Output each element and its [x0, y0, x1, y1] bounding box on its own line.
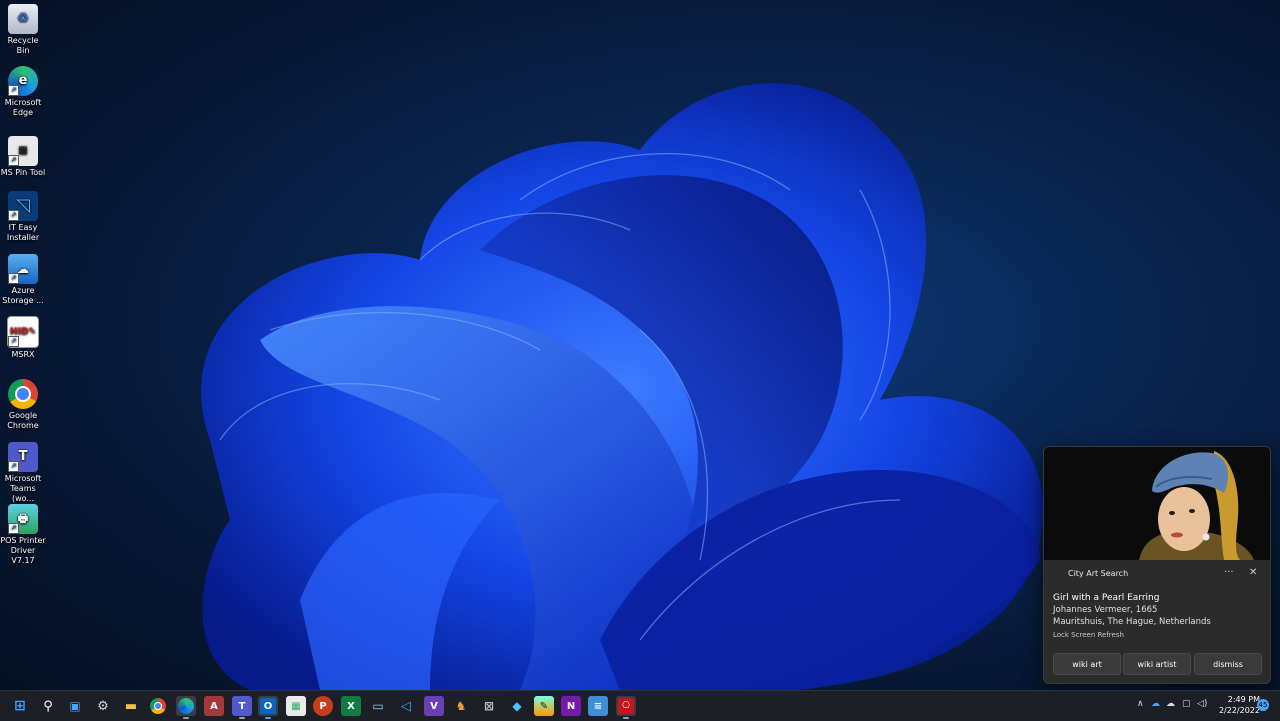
- chrome-icon: [8, 379, 38, 409]
- taskbar: ⊞ ⚲ ▣ ⚙ ▬ A T O ▦ P X ▭ ◁ V ♞ ⊠ ◆ ✎ N ≡ …: [0, 690, 1280, 721]
- msrx-icon: HID✎ ↗: [7, 316, 39, 348]
- visual-studio-code-icon[interactable]: ◁: [396, 696, 416, 716]
- wiki-artist-button[interactable]: wiki artist: [1123, 653, 1191, 675]
- chrome-icon[interactable]: [148, 696, 168, 716]
- volume-icon[interactable]: ◁): [1197, 699, 1207, 709]
- access-icon[interactable]: A: [204, 696, 224, 716]
- acrobat-icon[interactable]: ⎔: [616, 696, 636, 716]
- desktop-icon-it-easy-installer[interactable]: ◹ ↗ IT Easy Installer: [0, 191, 46, 243]
- installer-icon: ◹ ↗: [8, 191, 38, 221]
- desktop-icon-microsoft-edge[interactable]: e ↗ Microsoft Edge: [0, 66, 46, 118]
- settings-icon[interactable]: ⚙: [93, 696, 113, 716]
- file-explorer-icon[interactable]: ▬: [121, 696, 141, 716]
- close-icon[interactable]: ✕: [1249, 567, 1257, 578]
- store-icon[interactable]: ▦: [286, 696, 306, 716]
- desktop-icon-label: Storage ...: [2, 296, 44, 305]
- drop-icon[interactable]: ◆: [507, 696, 527, 716]
- desktop-icon-azure-storage[interactable]: ☁ ↗ Azure Storage ...: [0, 254, 46, 306]
- edge-icon: e ↗: [8, 66, 38, 96]
- network-icon[interactable]: ▢: [1182, 699, 1191, 709]
- tray-chevron-up-icon[interactable]: ∧: [1137, 699, 1144, 709]
- desktop-icon-recycle-bin[interactable]: ♻ Recycle Bin: [0, 4, 46, 56]
- pin-tool-icon: ▦ ↗: [8, 136, 38, 166]
- task-view-icon[interactable]: ▣: [65, 696, 85, 716]
- wiki-art-button[interactable]: wiki art: [1053, 653, 1121, 675]
- dismiss-button[interactable]: dismiss: [1194, 653, 1262, 675]
- desktop-icon-label: Edge: [12, 108, 34, 117]
- toast-title: Girl with a Pearl Earring: [1053, 593, 1160, 603]
- toast-location-line: Mauritshuis, The Hague, Netherlands: [1053, 617, 1211, 627]
- desktop-icon-label: POS Printer: [0, 536, 46, 545]
- desktop-icon-label: Driver V7.17: [10, 546, 36, 565]
- paint-icon[interactable]: ✎: [534, 696, 554, 716]
- desktop-icon-label: Azure: [11, 286, 35, 295]
- desktop-icon-pos-printer-driver[interactable]: 🖶 ↗ POS Printer Driver V7.17: [0, 504, 46, 566]
- remote-desktop-icon[interactable]: ▭: [368, 696, 388, 716]
- gitkraken-icon[interactable]: ♞: [451, 696, 471, 716]
- clock-time[interactable]: 2:49 PM: [1220, 695, 1260, 704]
- visual-studio-icon[interactable]: V: [424, 696, 444, 716]
- desktop-icon-label: Microsoft: [4, 474, 42, 483]
- teams-icon: T ↗: [8, 442, 38, 472]
- notepad-icon[interactable]: ≡: [588, 696, 608, 716]
- desktop-icon-label: Teams (wo...: [10, 484, 36, 503]
- desktop-icon-label: Microsoft: [4, 98, 42, 107]
- toast-header: City Art Search ··· ✕: [1044, 565, 1270, 585]
- toast-attribution: Lock Screen Refresh: [1053, 631, 1124, 639]
- desktop-icon-microsoft-teams[interactable]: T ↗ Microsoft Teams (wo...: [0, 442, 46, 504]
- running-indicator: [623, 717, 629, 719]
- desktop-icon-label: IT Easy: [8, 223, 38, 232]
- outlook-icon[interactable]: O: [258, 696, 278, 716]
- toast-hero-image: [1044, 447, 1270, 560]
- excel-icon[interactable]: X: [341, 696, 361, 716]
- desktop-icon-ms-pin-tool[interactable]: ▦ ↗ MS Pin Tool: [0, 136, 46, 178]
- onedrive-icon[interactable]: ☁: [1151, 699, 1160, 709]
- toast-app-name: City Art Search: [1068, 569, 1129, 578]
- search-icon[interactable]: ⚲: [38, 696, 58, 716]
- powerpoint-icon[interactable]: P: [313, 696, 333, 716]
- desktop-icon-label: MS Pin Tool: [0, 168, 46, 177]
- more-options-icon[interactable]: ···: [1224, 567, 1234, 578]
- running-indicator: [183, 717, 189, 719]
- pos-printer-icon: 🖶 ↗: [8, 504, 38, 534]
- snipping-icon[interactable]: ⊠: [479, 696, 499, 716]
- desktop-icon-label: Recycle Bin: [7, 36, 39, 55]
- desktop-icon-google-chrome[interactable]: Google Chrome: [0, 379, 46, 431]
- notification-toast: City Art Search ··· ✕ Girl with a Pearl …: [1043, 446, 1271, 684]
- edge-icon[interactable]: [176, 696, 196, 716]
- running-indicator: [265, 717, 271, 719]
- cloud-icon[interactable]: ☁: [1166, 699, 1175, 709]
- azure-storage-icon: ☁ ↗: [8, 254, 38, 284]
- desktop-icon-label: Chrome: [7, 421, 39, 430]
- desktop-icon-msrx[interactable]: HID✎ ↗ MSRX: [0, 316, 46, 360]
- desktop-icon-label: Google: [8, 411, 38, 420]
- desktop-icon-label: Installer: [6, 233, 40, 242]
- desktop-icon-label: MSRX: [11, 350, 35, 359]
- clock-date[interactable]: 2/22/2022: [1214, 706, 1260, 715]
- onenote-icon[interactable]: N: [561, 696, 581, 716]
- running-indicator: [239, 717, 245, 719]
- recycle-bin-icon: ♻: [8, 4, 38, 34]
- start-icon[interactable]: ⊞: [10, 696, 30, 716]
- toast-artist-line: Johannes Vermeer, 1665: [1053, 605, 1158, 615]
- notification-center-badge[interactable]: 45: [1257, 699, 1269, 711]
- teams-icon[interactable]: T: [232, 696, 252, 716]
